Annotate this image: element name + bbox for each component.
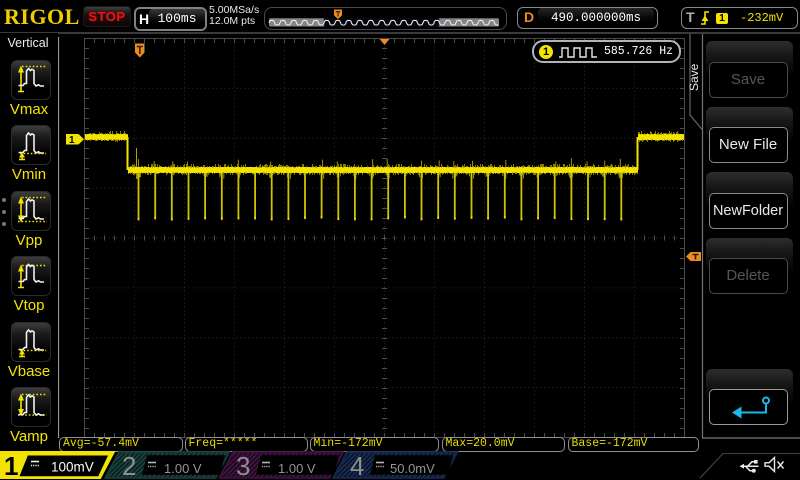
- svg-text:50.0mV: 50.0mV: [390, 461, 435, 476]
- svg-text:1: 1: [4, 451, 18, 480]
- svg-text:4: 4: [350, 451, 364, 480]
- svg-text:1.00 V: 1.00 V: [164, 461, 202, 476]
- svg-text:2: 2: [122, 451, 136, 480]
- svg-text:100mV: 100mV: [51, 460, 94, 475]
- svg-text:1.00 V: 1.00 V: [278, 461, 316, 476]
- svg-text:1: 1: [69, 135, 75, 146]
- svg-text:3: 3: [236, 451, 250, 480]
